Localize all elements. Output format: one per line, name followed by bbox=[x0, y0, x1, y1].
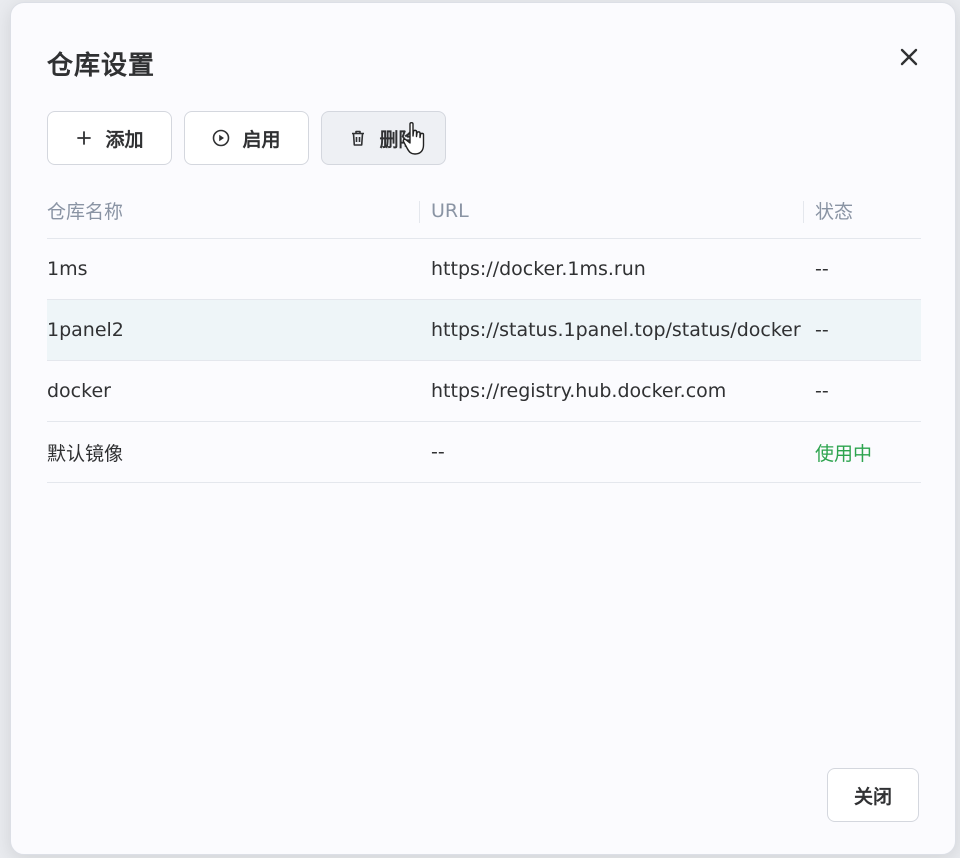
table-header: 仓库名称 URL 状态 bbox=[47, 183, 921, 239]
enable-button-label: 启用 bbox=[242, 128, 281, 151]
plus-icon bbox=[75, 129, 93, 147]
repo-status: -- bbox=[815, 319, 829, 341]
repo-url: https://registry.hub.docker.com bbox=[431, 380, 727, 402]
column-header-status: 状态 bbox=[815, 201, 854, 223]
repo-status: -- bbox=[815, 380, 829, 402]
repo-name: docker bbox=[47, 380, 111, 402]
repository-settings-dialog: 仓库设置 添加 启用 删除 仓库名称 URL 状态 1ms https://do… bbox=[10, 2, 956, 855]
column-divider bbox=[419, 201, 420, 223]
add-button-label: 添加 bbox=[105, 128, 144, 151]
column-header-url: URL bbox=[431, 199, 469, 222]
column-divider bbox=[803, 201, 804, 223]
repo-url: -- bbox=[431, 441, 445, 463]
repo-url: https://status.1panel.top/status/docker bbox=[431, 319, 801, 341]
repo-status: -- bbox=[815, 258, 829, 280]
trash-icon bbox=[349, 129, 367, 147]
table-row[interactable]: docker https://registry.hub.docker.com -… bbox=[47, 361, 921, 422]
dialog-title: 仓库设置 bbox=[47, 51, 156, 81]
repo-name: 1panel2 bbox=[47, 319, 124, 341]
table-row[interactable]: 1ms https://docker.1ms.run -- bbox=[47, 239, 921, 300]
delete-button-label: 删除 bbox=[379, 128, 418, 151]
close-button[interactable]: 关闭 bbox=[827, 768, 919, 822]
toolbar: 添加 启用 删除 bbox=[47, 111, 446, 165]
enable-button[interactable]: 启用 bbox=[184, 111, 309, 165]
close-icon[interactable] bbox=[897, 45, 921, 69]
add-button[interactable]: 添加 bbox=[47, 111, 172, 165]
repo-name: 默认镜像 bbox=[47, 442, 124, 465]
play-circle-icon bbox=[212, 129, 230, 147]
table-row[interactable]: 默认镜像 -- 使用中 bbox=[47, 422, 921, 483]
table-row[interactable]: 1panel2 https://status.1panel.top/status… bbox=[47, 300, 921, 361]
repo-url: https://docker.1ms.run bbox=[431, 258, 646, 280]
repo-name: 1ms bbox=[47, 258, 88, 280]
delete-button[interactable]: 删除 bbox=[321, 111, 446, 165]
column-header-name: 仓库名称 bbox=[47, 201, 124, 223]
repo-status-active: 使用中 bbox=[815, 442, 873, 465]
repository-table: 仓库名称 URL 状态 1ms https://docker.1ms.run -… bbox=[47, 183, 921, 483]
